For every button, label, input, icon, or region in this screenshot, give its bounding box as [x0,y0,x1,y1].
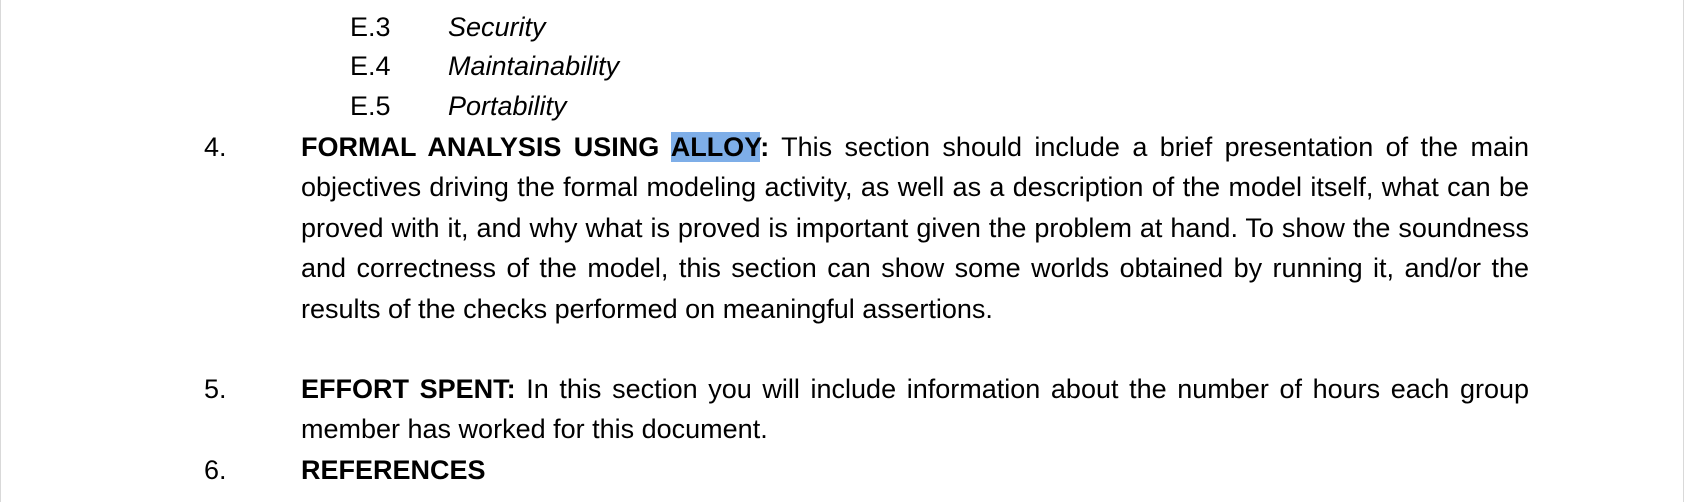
paragraph-formal-analysis[interactable]: FORMAL ANALYSIS USING ALLOY: This sectio… [301,127,1529,329]
list-number-effort-spent: 5. [204,374,227,404]
paragraph-effort-spent[interactable]: EFFORT SPENT: In this section you will i… [301,369,1529,450]
paragraph-references[interactable]: REFERENCES [301,450,1529,490]
list-number-references: 6. [204,455,227,485]
document-page: E.3 Security E.4 Maintainability E.5 Por… [0,0,1684,502]
sub-item-number: E.4 [350,51,391,81]
section-heading-effort-spent: EFFORT SPENT: [301,374,516,404]
section-heading-references: REFERENCES [301,455,486,485]
sub-item-number: E.3 [350,12,391,42]
selected-text-highlight[interactable]: ALLOY [670,132,761,162]
list-number-formal-analysis: 4. [204,132,227,162]
sub-item-title: Portability [448,91,567,121]
section-heading-formal-analysis: FORMAL ANALYSIS USING ALLOY: [301,132,769,162]
page-left-edge [0,0,1,502]
sub-item-title: Maintainability [448,51,620,81]
sub-item-title: Security [448,12,546,42]
sub-item-number: E.5 [350,91,391,121]
heading-text: FORMAL ANALYSIS USING [301,132,671,162]
heading-colon: : [760,132,770,162]
